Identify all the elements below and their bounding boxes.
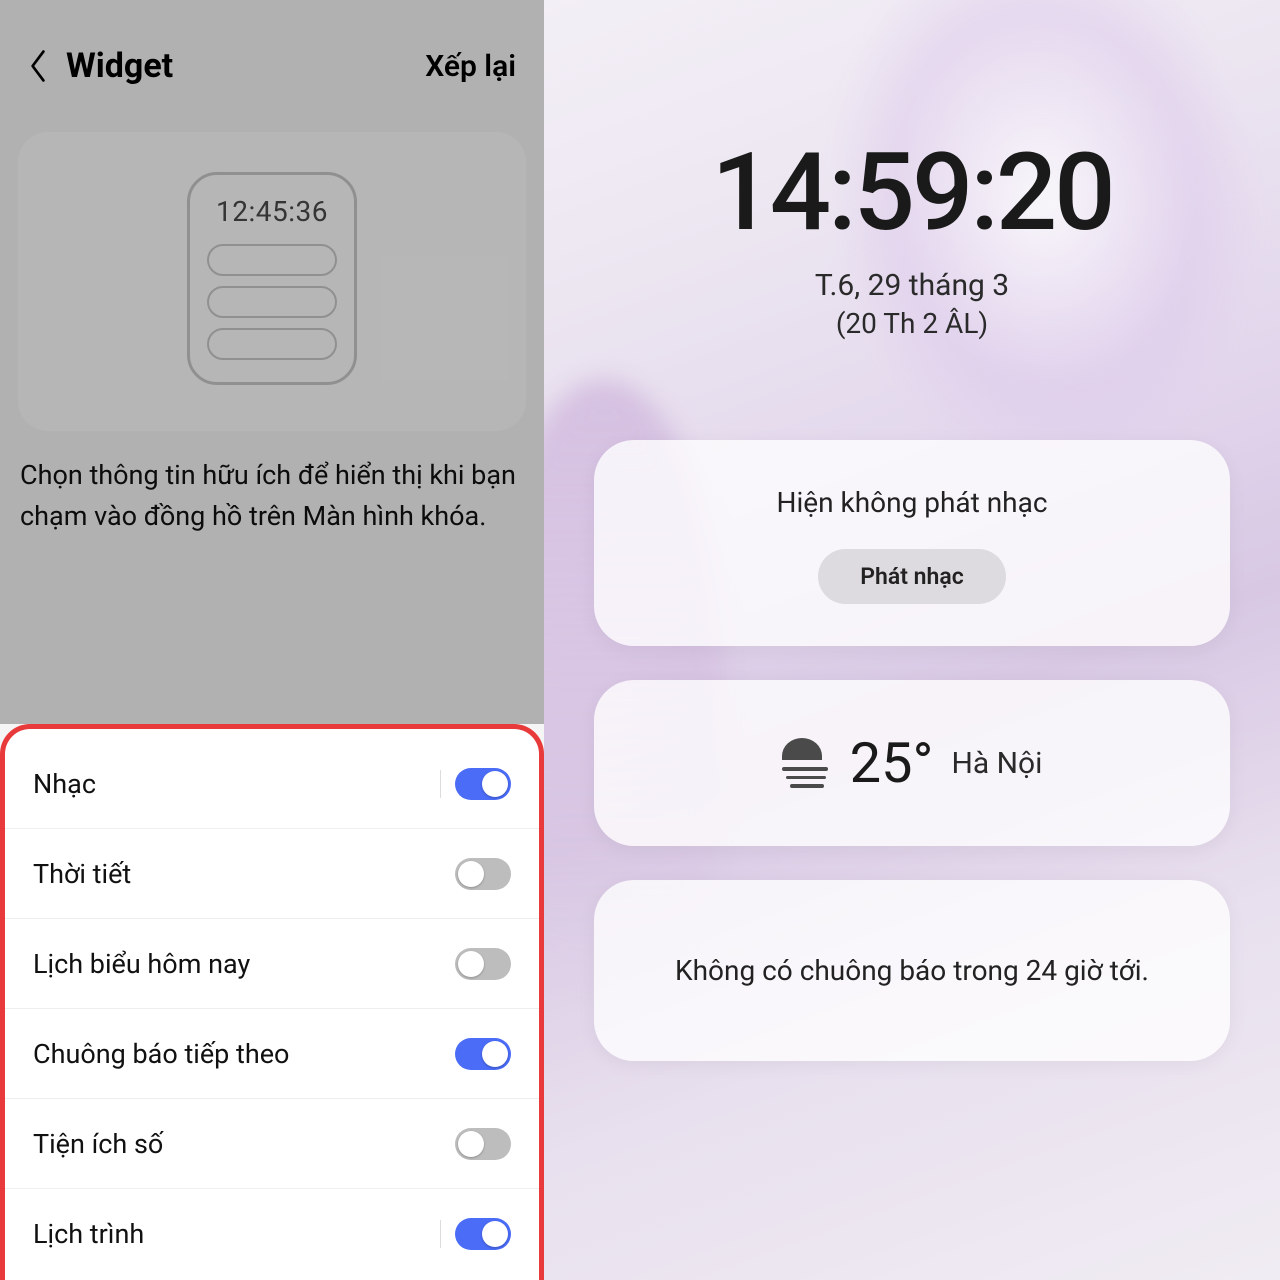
clock-time[interactable]: 14:59:20 (594, 130, 1230, 256)
alarm-widget[interactable]: Không có chuông báo trong 24 giờ tới. (594, 880, 1230, 1061)
toggle-switch-weather[interactable] (455, 858, 511, 890)
switch-wrap (440, 768, 512, 800)
settings-panel: Widget Xếp lại 12:45:36 Chọn thông tin h… (0, 0, 544, 1280)
toggle-label: Chuông báo tiếp theo (33, 1038, 289, 1070)
clock-date: T.6, 29 tháng 3 (594, 268, 1230, 303)
separator (440, 770, 442, 798)
weather-city: Hà Nội (951, 746, 1042, 781)
toggle-label: Nhạc (33, 768, 96, 800)
switch-wrap (455, 858, 511, 890)
toggle-label: Lịch biểu hôm nay (33, 948, 250, 980)
weather-widget[interactable]: 25° Hà Nội (594, 680, 1230, 846)
clock-lunar-date: (20 Th 2 ÂL) (594, 307, 1230, 340)
page-title: Widget (66, 46, 173, 86)
toggle-row-today-schedule[interactable]: Lịch biểu hôm nay (5, 919, 539, 1009)
fog-icon (782, 738, 832, 788)
chevron-left-icon (27, 48, 49, 84)
toggle-row-itinerary[interactable]: Lịch trình (5, 1189, 539, 1279)
toggle-switch-digital-utility[interactable] (455, 1128, 511, 1160)
weather-temp: 25° (850, 730, 934, 796)
separator (440, 1220, 442, 1248)
switch-wrap (455, 948, 511, 980)
preview-widget-row (207, 328, 337, 360)
toggle-switch-itinerary[interactable] (455, 1218, 511, 1250)
header: Widget Xếp lại (0, 0, 544, 86)
toggle-switch-next-alarm[interactable] (455, 1038, 511, 1070)
toggle-row-next-alarm[interactable]: Chuông báo tiếp theo (5, 1009, 539, 1099)
reorder-button[interactable]: Xếp lại (425, 49, 516, 84)
music-status: Hiện không phát nhạc (624, 486, 1200, 519)
alarm-status: Không có chuông báo trong 24 giờ tới. (624, 954, 1200, 987)
toggle-row-weather[interactable]: Thời tiết (5, 829, 539, 919)
lock-screen-preview: 14:59:20 T.6, 29 tháng 3 (20 Th 2 ÂL) Hi… (544, 0, 1280, 1280)
toggle-switch-today-schedule[interactable] (455, 948, 511, 980)
dimmed-background: Widget Xếp lại 12:45:36 Chọn thông tin h… (0, 0, 544, 724)
toggle-label: Tiện ích số (33, 1128, 163, 1160)
music-widget[interactable]: Hiện không phát nhạc Phát nhạc (594, 440, 1230, 646)
toggle-label: Thời tiết (33, 858, 131, 890)
preview-widget-row (207, 244, 337, 276)
preview-widget-row (207, 286, 337, 318)
back-button[interactable] (18, 46, 58, 86)
toggle-row-digital-utility[interactable]: Tiện ích số (5, 1099, 539, 1189)
switch-wrap (440, 1218, 512, 1250)
widget-toggle-list: Nhạc Thời tiết Lịch biểu hôm nay Chuông … (0, 724, 544, 1280)
preview-phone-icon: 12:45:36 (187, 172, 357, 385)
header-left: Widget (18, 46, 173, 86)
lock-content: 14:59:20 T.6, 29 tháng 3 (20 Th 2 ÂL) Hi… (544, 130, 1280, 1061)
description-text: Chọn thông tin hữu ích để hiển thị khi b… (0, 455, 544, 536)
toggle-row-music[interactable]: Nhạc (5, 739, 539, 829)
switch-wrap (455, 1038, 511, 1070)
preview-time: 12:45:36 (216, 195, 328, 228)
switch-wrap (455, 1128, 511, 1160)
toggle-label: Lịch trình (33, 1218, 144, 1250)
toggle-switch-music[interactable] (455, 768, 511, 800)
preview-card: 12:45:36 (18, 132, 526, 431)
play-music-button[interactable]: Phát nhạc (818, 549, 1005, 604)
